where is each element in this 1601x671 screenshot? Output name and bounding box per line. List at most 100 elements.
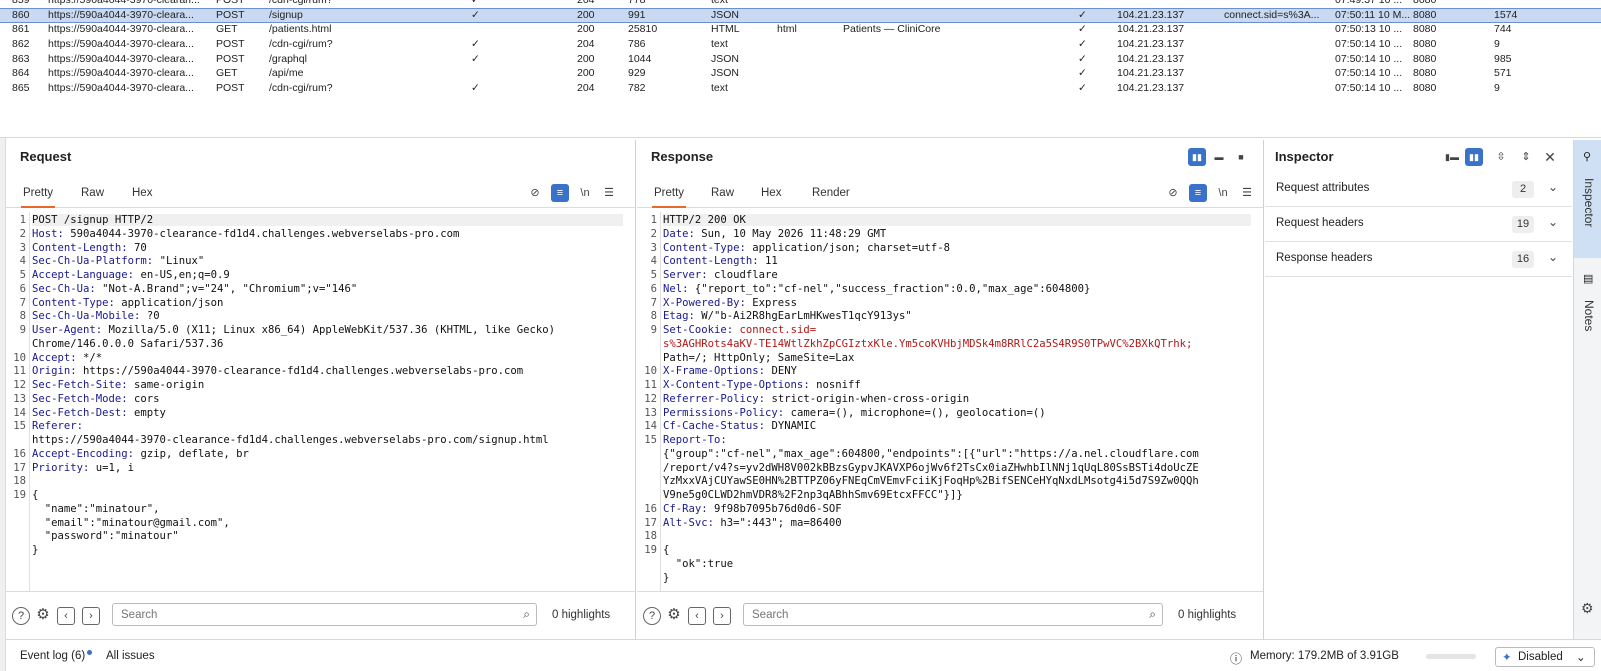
cell-port: 8080	[1413, 9, 1437, 21]
code-line: Cf-Ray: 9f98b7095b76d0d6-SOF	[663, 503, 842, 515]
table-row[interactable]: 862 https://590a4044-3970-cleara... POST/c…	[0, 37, 1601, 52]
request-search[interactable]: ⌕	[112, 603, 537, 626]
help-icon[interactable]: ?	[643, 607, 661, 625]
header-value: u=1, i	[89, 461, 135, 474]
newline-toggle[interactable]: \n	[1214, 184, 1232, 202]
line-number: 6	[650, 282, 657, 295]
header-value: DYNAMIC	[765, 420, 817, 433]
line-number: 19	[644, 544, 657, 556]
cell-mime: JSON	[711, 9, 740, 21]
help-icon[interactable]: ?	[12, 607, 30, 625]
single-pane-icon[interactable]: ■	[1232, 148, 1250, 166]
settings-icon[interactable]: ⚙	[1581, 600, 1594, 617]
cell-time: 07:50:11 10 M...	[1335, 9, 1410, 21]
hide-icon[interactable]: ⊘	[1164, 184, 1182, 202]
header-value: 11	[758, 255, 778, 268]
cell-status: 204	[577, 82, 595, 94]
header-value: {	[663, 544, 670, 556]
cell-params: ✓	[471, 9, 480, 21]
back-icon[interactable]: ‹	[688, 607, 706, 625]
cell-status: 204	[577, 0, 595, 6]
header-key: Date:	[663, 227, 695, 240]
layout-list-icon[interactable]: ▮▬	[1443, 148, 1461, 166]
header-value: https://590a4044-3970-clearance-fd1d4.ch…	[76, 365, 524, 378]
cell-path: /patients.html	[269, 23, 332, 35]
line-number: 5	[650, 269, 657, 281]
disabled-dropdown[interactable]: ✦ Disabled ⌄	[1495, 647, 1595, 667]
menu-icon[interactable]: ☰	[600, 184, 618, 202]
header-value: W/"b-Ai2R8hgEarLmHKwesT1qcY913ys"	[694, 310, 912, 323]
code-line: Content-Length: 70	[32, 242, 147, 254]
rail-inspector-label: Inspector	[1582, 178, 1596, 228]
response-editor[interactable]: 1 HTTP/2 200 OK 2 Date: Sun, 10 May 2026 11…	[637, 212, 1263, 591]
table-row[interactable]: 864 https://590a4044-3970-cleara... GET/ap…	[0, 66, 1601, 81]
tab-response-pretty[interactable]: Pretty	[652, 180, 687, 208]
request-editor[interactable]: 1 POST /signup HTTP/2 2 Host: 590a4044-3970…	[6, 212, 635, 591]
layout-split-icon[interactable]: ▮▮	[1465, 148, 1483, 166]
close-icon[interactable]: ✕	[1541, 148, 1559, 166]
header-value: gzip, deflate, br	[134, 447, 249, 460]
cell-num: 859	[12, 0, 30, 6]
rail-tab-inspector[interactable]: ⚲ Inspector	[1574, 140, 1601, 258]
expand-all-icon[interactable]: ⇳	[1492, 148, 1510, 166]
header-value: "password":"minatour"	[32, 530, 179, 543]
header-value: camera=(), microphone=(), geolocation=()	[784, 406, 1046, 419]
split-horizontal-icon[interactable]: ▮▮	[1188, 148, 1206, 166]
chevron-down-icon: ⌄	[1576, 652, 1586, 664]
tab-response-raw[interactable]: Raw	[709, 180, 736, 208]
table-row[interactable]: 859 https://590a4044-3970-clearan... POST /…	[0, 0, 1601, 8]
wrap-lines-icon[interactable]: ≡	[551, 184, 569, 202]
response-highlights-count: 0 highlights	[1178, 609, 1237, 621]
cell-ip: 104.21.23.137	[1117, 67, 1185, 79]
table-row[interactable]: 860 https://590a4044-3970-cleara... POST/s…	[0, 8, 1601, 23]
request-search-input[interactable]	[113, 604, 536, 625]
header-value: cloudflare	[707, 269, 778, 281]
header-key: Origin:	[32, 365, 77, 378]
table-row[interactable]: 863 https://590a4044-3970-cleara... POST/g…	[0, 52, 1601, 67]
cell-mime: text	[711, 0, 728, 6]
inspector-section[interactable]: Request headers 19 ⌄	[1265, 207, 1572, 242]
cell-port: 8080	[1413, 82, 1437, 94]
tab-request-raw[interactable]: Raw	[79, 180, 106, 208]
tab-response-hex[interactable]: Hex	[759, 180, 783, 208]
event-log-link[interactable]: Event log (6)	[20, 650, 93, 662]
forward-icon[interactable]: ›	[82, 607, 100, 625]
wrap-lines-icon[interactable]: ≡	[1189, 184, 1207, 202]
tab-request-hex[interactable]: Hex	[130, 180, 154, 208]
header-value: DENY	[765, 365, 797, 378]
code-line: }	[663, 572, 669, 584]
inspector-section[interactable]: Response headers 16 ⌄	[1265, 242, 1572, 277]
header-key: Content-Type:	[663, 241, 746, 254]
response-search[interactable]: ⌕	[743, 603, 1163, 626]
table-row[interactable]: 861 https://590a4044-3970-cleara... GET/pa…	[0, 22, 1601, 37]
settings-icon[interactable]: ⚙	[665, 607, 683, 625]
chevron-down-icon: ⌄	[1547, 215, 1558, 229]
all-issues-link[interactable]: All issues	[106, 650, 155, 662]
cell-path: /api/me	[269, 67, 304, 79]
hide-icon[interactable]: ⊘	[526, 184, 544, 202]
header-key: Accept:	[32, 351, 77, 364]
inspector-panel: Inspector ▮▬ ▮▮ ⇳ ⇕ ✕ Request attributes…	[1265, 140, 1572, 639]
header-value: en-US,en;q=0.9	[134, 269, 230, 281]
tab-response-render[interactable]: Render	[810, 180, 852, 208]
tab-request-pretty[interactable]: Pretty	[21, 180, 56, 208]
settings-icon[interactable]: ⚙	[34, 607, 52, 625]
header-value: {"report_to":"cf-nel","success_fraction"…	[688, 282, 1091, 295]
cell-url: https://590a4044-3970-cleara...	[48, 38, 194, 50]
split-vertical-icon[interactable]: ▬	[1210, 148, 1228, 166]
collapse-all-icon[interactable]: ⇕	[1517, 148, 1535, 166]
rail-tab-notes[interactable]: ▤ Notes	[1574, 260, 1601, 350]
forward-icon[interactable]: ›	[713, 607, 731, 625]
header-key: Sec-Fetch-Dest:	[32, 406, 128, 419]
header-key: Referrer-Policy:	[663, 392, 766, 405]
section-count: 2	[1512, 181, 1534, 198]
line-number: 1	[19, 214, 26, 226]
menu-icon[interactable]: ☰	[1238, 184, 1256, 202]
inspector-section[interactable]: Request attributes 2 ⌄	[1265, 172, 1572, 207]
response-search-input[interactable]	[744, 604, 1162, 625]
newline-toggle[interactable]: \n	[576, 184, 594, 202]
code-line: "password":"minatour"	[32, 530, 179, 542]
cell-ip: 104.21.23.137	[1117, 23, 1185, 35]
table-row[interactable]: 865 https://590a4044-3970-cleara... POST/c…	[0, 81, 1601, 96]
back-icon[interactable]: ‹	[57, 607, 75, 625]
